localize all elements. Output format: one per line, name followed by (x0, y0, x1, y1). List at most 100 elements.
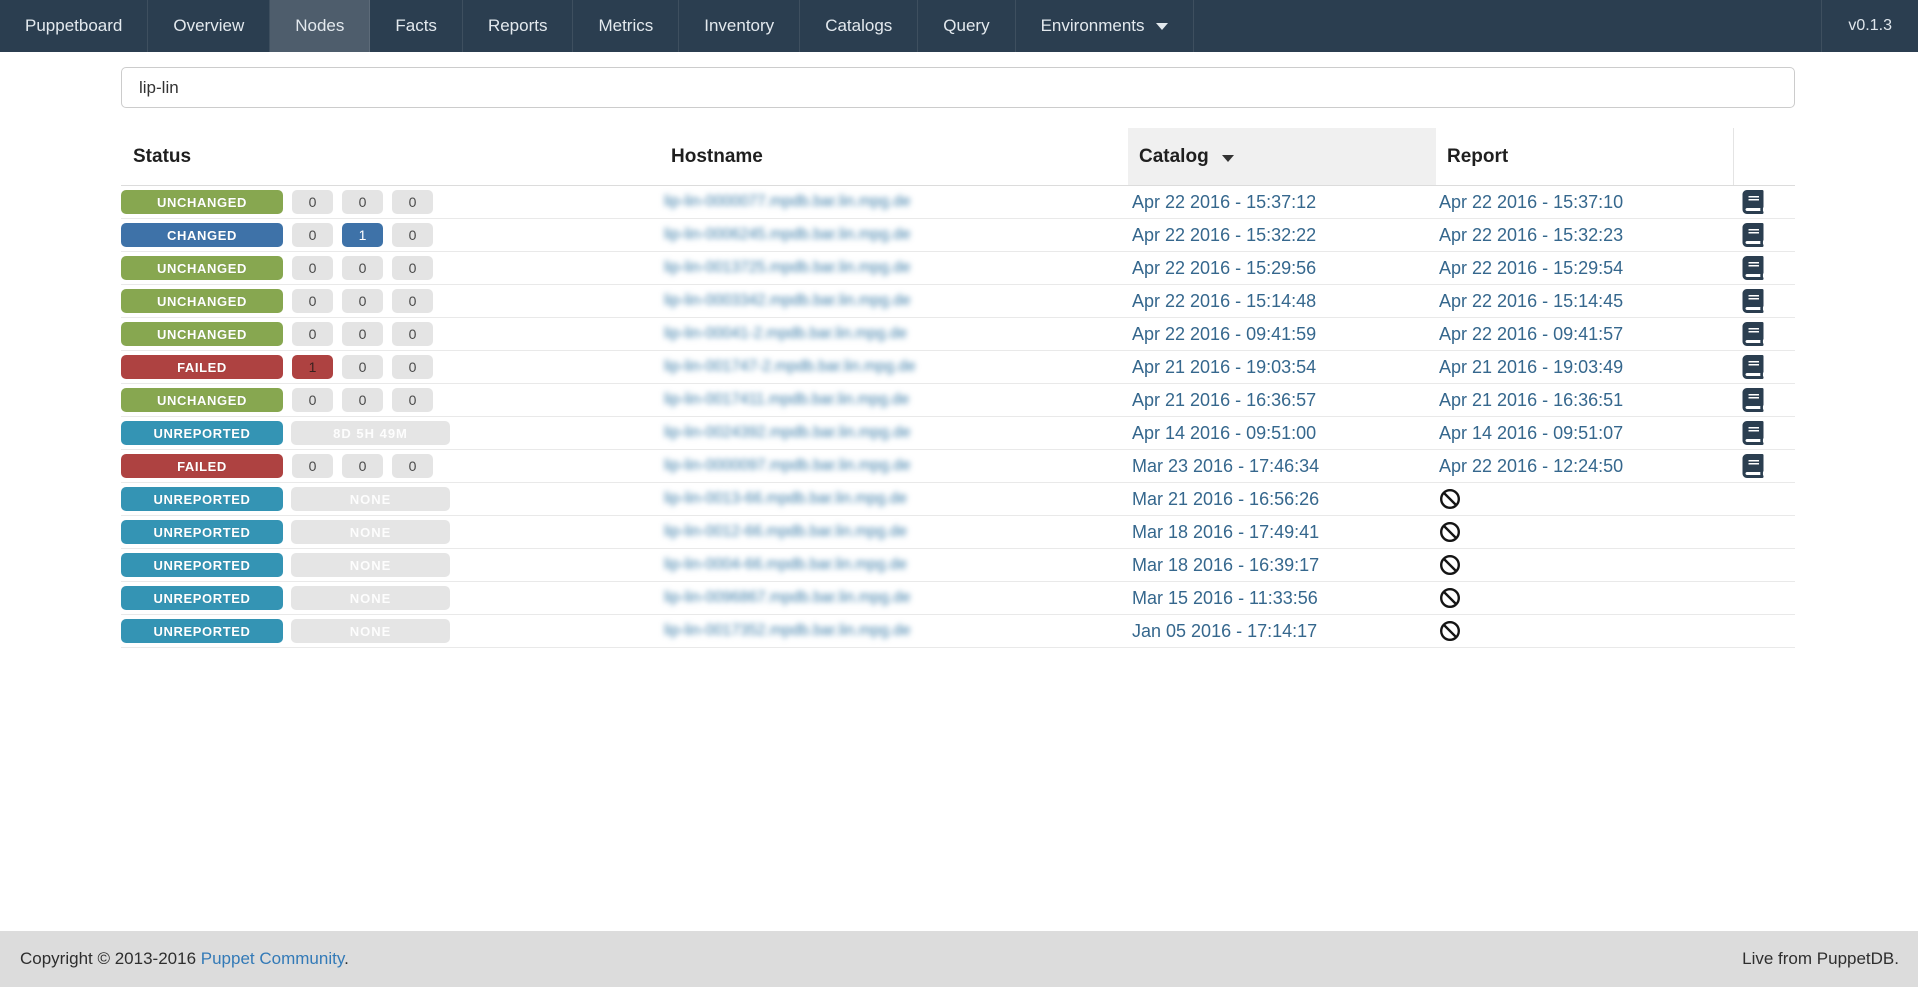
hostname-link[interactable]: lip-lin-0013725.mpdb.bar.lin.mpg.de (664, 259, 910, 277)
hostname-link[interactable]: lip-lin-00041-2.mpdb.bar.lin.mpg.de (664, 325, 907, 343)
table-row: UNREPORTED NONE lip-lin-0004-66.mpdb.bar.l… (121, 549, 1795, 582)
catalog-time-link[interactable]: Mar 23 2016 - 17:46:34 (1132, 456, 1319, 477)
nav-item-facts[interactable]: Facts (370, 0, 463, 52)
hostname-link[interactable]: lip-lin-001747-2.mpdb.bar.lin.mpg.de (664, 358, 916, 376)
status-badge: UNREPORTED (121, 487, 283, 511)
nav-item-environments[interactable]: Environments (1016, 0, 1194, 52)
table-row: UNCHANGED 0 0 0 lip-lin-0000077.mpdb.bar.lin… (121, 186, 1795, 219)
hostname-cell: lip-lin-0096867.mpdb.bar.lin.mpg.de (657, 582, 1128, 614)
book-icon[interactable] (1742, 322, 1764, 346)
hostname-link[interactable]: lip-lin-0013-66.mpdb.bar.lin.mpg.de (664, 490, 907, 508)
catalog-time-link[interactable]: Jan 05 2016 - 17:14:17 (1132, 621, 1317, 642)
status-cell: UNREPORTED NONE (121, 483, 657, 515)
hostname-link[interactable]: lip-lin-0000077.mpdb.bar.lin.mpg.de (664, 193, 910, 211)
ban-icon (1439, 620, 1461, 642)
catalog-time-link[interactable]: Apr 22 2016 - 15:14:48 (1132, 291, 1316, 312)
hostname-link[interactable]: lip-lin-0017411.mpdb.bar.lin.mpg.de (664, 391, 909, 409)
catalog-cell: Mar 23 2016 - 17:46:34 (1128, 450, 1436, 482)
nav-item-inventory[interactable]: Inventory (679, 0, 801, 52)
book-icon[interactable] (1742, 454, 1764, 478)
event-count: 0 (342, 256, 383, 280)
report-time-link[interactable]: Apr 22 2016 - 12:24:50 (1439, 456, 1623, 477)
column-header-catalog[interactable]: Catalog (1128, 128, 1436, 185)
hostname-cell: lip-lin-0000097.mpdb.bar.lin.mpg.de (657, 450, 1128, 482)
hostname-link[interactable]: lip-lin-0000097.mpdb.bar.lin.mpg.de (664, 457, 910, 475)
puppet-community-link[interactable]: Puppet Community (201, 949, 344, 968)
status-badge: UNCHANGED (121, 388, 283, 412)
report-time-link[interactable]: Apr 22 2016 - 09:41:57 (1439, 324, 1623, 345)
report-time-link[interactable]: Apr 22 2016 - 15:37:10 (1439, 192, 1623, 213)
catalog-time-link[interactable]: Mar 18 2016 - 16:39:17 (1132, 555, 1319, 576)
status-cell: FAILED 0 0 0 (121, 450, 657, 482)
book-icon[interactable] (1742, 289, 1764, 313)
table-body: UNCHANGED 0 0 0 lip-lin-0000077.mpdb.bar.lin… (121, 186, 1795, 648)
column-header-hostname[interactable]: Hostname (657, 128, 1128, 185)
status-badge: UNCHANGED (121, 190, 283, 214)
ban-icon (1439, 521, 1461, 543)
hostname-link[interactable]: lip-lin-0024392.mpdb.bar.lin.mpg.de (664, 424, 910, 442)
table-row: UNCHANGED 0 0 0 lip-lin-0013725.mpdb.bar.lin… (121, 252, 1795, 285)
catalog-time-link[interactable]: Mar 18 2016 - 17:49:41 (1132, 522, 1319, 543)
catalog-time-link[interactable]: Apr 22 2016 - 15:29:56 (1132, 258, 1316, 279)
main-content: Status Hostname Catalog Report UNCHANGED… (121, 52, 1795, 648)
hostname-link[interactable]: lip-lin-0004-66.mpdb.bar.lin.mpg.de (664, 556, 907, 574)
report-time-link[interactable]: Apr 21 2016 - 19:03:49 (1439, 357, 1623, 378)
status-cell: UNCHANGED 0 0 0 (121, 318, 657, 350)
report-time-link[interactable]: Apr 21 2016 - 16:36:51 (1439, 390, 1623, 411)
catalog-time-link[interactable]: Apr 21 2016 - 19:03:54 (1132, 357, 1316, 378)
book-icon[interactable] (1742, 190, 1764, 214)
hostname-link[interactable]: lip-lin-0012-66.mpdb.bar.lin.mpg.de (664, 523, 907, 541)
nav-item-query[interactable]: Query (918, 0, 1016, 52)
hostname-link[interactable]: lip-lin-0017352.mpdb.bar.lin.mpg.de (664, 622, 910, 640)
column-header-actions (1734, 128, 1795, 185)
catalog-time-link[interactable]: Apr 22 2016 - 15:37:12 (1132, 192, 1316, 213)
status-badge: UNREPORTED (121, 553, 283, 577)
hostname-cell: lip-lin-0003342.mpdb.bar.lin.mpg.de (657, 285, 1128, 317)
event-count: 0 (392, 355, 433, 379)
nav-item-metrics[interactable]: Metrics (573, 0, 680, 52)
report-time-link[interactable]: Apr 22 2016 - 15:32:23 (1439, 225, 1623, 246)
status-badge: CHANGED (121, 223, 283, 247)
table-row: UNCHANGED 0 0 0 lip-lin-00041-2.mpdb.bar.lin… (121, 318, 1795, 351)
event-count: 0 (342, 289, 383, 313)
nav-item-overview[interactable]: Overview (148, 0, 271, 52)
node-filter-input[interactable] (121, 67, 1795, 108)
catalog-time-link[interactable]: Apr 22 2016 - 09:41:59 (1132, 324, 1316, 345)
book-icon[interactable] (1742, 223, 1764, 247)
report-log-cell (1734, 186, 1795, 218)
book-icon[interactable] (1742, 388, 1764, 412)
event-count: 0 (292, 223, 333, 247)
hostname-link[interactable]: lip-lin-0003342.mpdb.bar.lin.mpg.de (664, 292, 910, 310)
report-log-cell (1734, 252, 1795, 284)
event-count: 0 (342, 322, 383, 346)
hostname-cell: lip-lin-0013725.mpdb.bar.lin.mpg.de (657, 252, 1128, 284)
report-time-link[interactable]: Apr 22 2016 - 15:29:54 (1439, 258, 1623, 279)
hostname-link[interactable]: lip-lin-0006245.mpdb.bar.lin.mpg.de (664, 226, 910, 244)
report-log-cell (1734, 384, 1795, 416)
catalog-time-link[interactable]: Apr 21 2016 - 16:36:57 (1132, 390, 1316, 411)
column-header-report[interactable]: Report (1436, 128, 1734, 185)
report-log-cell (1734, 483, 1795, 515)
catalog-cell: Apr 22 2016 - 15:29:56 (1128, 252, 1436, 284)
report-cell: Apr 22 2016 - 15:37:10 (1436, 186, 1734, 218)
report-time-link[interactable]: Apr 22 2016 - 15:14:45 (1439, 291, 1623, 312)
book-icon[interactable] (1742, 256, 1764, 280)
nav-item-nodes[interactable]: Nodes (270, 0, 371, 52)
book-icon[interactable] (1742, 355, 1764, 379)
nav-item-reports[interactable]: Reports (463, 0, 574, 52)
column-header-status[interactable]: Status (121, 128, 657, 185)
book-icon[interactable] (1742, 421, 1764, 445)
catalog-time-link[interactable]: Apr 22 2016 - 15:32:22 (1132, 225, 1316, 246)
report-time-link[interactable]: Apr 14 2016 - 09:51:07 (1439, 423, 1623, 444)
status-cell: UNREPORTED NONE (121, 615, 657, 647)
catalog-time-link[interactable]: Mar 21 2016 - 16:56:26 (1132, 489, 1319, 510)
catalog-time-link[interactable]: Apr 14 2016 - 09:51:00 (1132, 423, 1316, 444)
report-log-cell (1734, 582, 1795, 614)
nav-item-catalogs[interactable]: Catalogs (800, 0, 919, 52)
navbar-brand[interactable]: Puppetboard (0, 0, 149, 52)
hostname-link[interactable]: lip-lin-0096867.mpdb.bar.lin.mpg.de (664, 589, 910, 607)
table-row: CHANGED 0 1 0 lip-lin-0006245.mpdb.bar.lin.m… (121, 219, 1795, 252)
catalog-time-link[interactable]: Mar 15 2016 - 11:33:56 (1132, 588, 1318, 609)
table-row: UNREPORTED NONE lip-lin-0096867.mpdb.bar.l… (121, 582, 1795, 615)
report-cell (1436, 483, 1734, 515)
